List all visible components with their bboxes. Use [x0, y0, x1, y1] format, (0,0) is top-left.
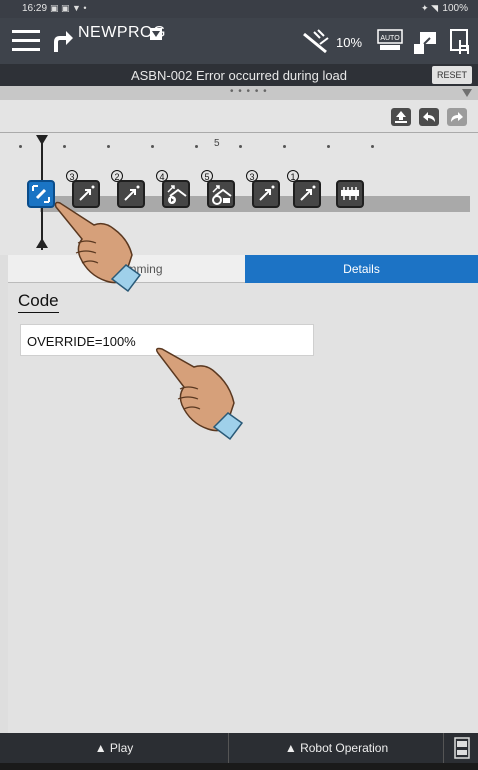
program-dropdown-icon[interactable] [150, 28, 162, 40]
joint-move-icon [259, 185, 275, 201]
teach-pendant-icon[interactable] [412, 28, 438, 56]
tab-details[interactable]: Details [245, 255, 478, 283]
pendant-icon [453, 737, 470, 759]
ruler-tick [63, 145, 66, 148]
command-palette-call[interactable] [207, 180, 235, 208]
ruler-tick [195, 145, 198, 148]
touch-mode-icon[interactable] [448, 28, 472, 56]
ruler-mark-five: 5 [214, 138, 220, 149]
redo-button[interactable] [447, 108, 467, 126]
palette-call-icon [167, 185, 187, 204]
tab-bar: Programming Details [8, 255, 478, 283]
command-edit[interactable] [27, 180, 55, 208]
panel-drag-handle[interactable]: • • • • • [0, 86, 478, 100]
ruler-tick [107, 145, 110, 148]
status-time: 16:29 [22, 3, 48, 14]
cursor-bottom-arrow[interactable] [36, 238, 48, 248]
override-speed-value[interactable]: 10% [336, 35, 362, 50]
menu-icon[interactable] [12, 30, 40, 52]
left-edge [0, 255, 8, 733]
play-button[interactable]: ▲ Play [0, 733, 228, 763]
robot-operation-button[interactable]: ▲ Robot Operation [228, 733, 444, 763]
handle-dots: • • • • • [230, 86, 268, 97]
undo-button[interactable] [419, 108, 439, 126]
command-joint-move[interactable] [72, 180, 100, 208]
cursor-top-arrow[interactable] [36, 135, 48, 145]
override-speed-icon[interactable] [300, 28, 332, 54]
redo-icon[interactable] [50, 28, 74, 54]
auto-label: AUTO [380, 35, 400, 42]
upload-button[interactable] [391, 108, 411, 126]
command-end-block[interactable] [336, 180, 364, 208]
bottom-bar: ▲ Play ▲ Robot Operation [0, 733, 478, 763]
upload-icon [395, 111, 407, 123]
details-panel: Code OVERRIDE=100% [8, 283, 478, 733]
notification-icons: ▣ ▣ ▼ • [50, 3, 87, 13]
signal-icon: ✦ ◥ [421, 3, 438, 13]
command-joint-move[interactable] [252, 180, 280, 208]
redo-small-icon [451, 112, 463, 122]
palette-call-icon [212, 185, 232, 205]
joint-move-icon [79, 185, 95, 201]
ruler-tick [19, 145, 22, 148]
reset-button[interactable]: RESET [432, 66, 472, 84]
ruler-line [0, 132, 478, 133]
command-joint-move[interactable] [293, 180, 321, 208]
error-banner: ASBN-002 Error occurred during load RESE… [0, 64, 478, 86]
status-bar: 16:29 ▣ ▣ ▼ • 100% ✦ ◥ [0, 0, 478, 18]
joint-move-icon [124, 185, 140, 201]
top-toolbar: NEWPROG 10% AUTO [0, 18, 478, 64]
battery-level: 100% [442, 3, 468, 14]
ruler-tick [371, 145, 374, 148]
command-joint-move[interactable] [117, 180, 145, 208]
command-palette-call[interactable] [162, 180, 190, 208]
ruler-tick [151, 145, 154, 148]
code-label: Code [18, 291, 59, 313]
pendant-button[interactable] [443, 733, 478, 763]
auto-mode-icon[interactable]: AUTO [376, 28, 404, 52]
ruler-tick [327, 145, 330, 148]
collapse-triangle-icon[interactable] [462, 89, 472, 97]
ruler-tick [239, 145, 242, 148]
program-timeline: 5 3 2 4 5 3 1 [0, 100, 478, 255]
joint-move-icon [300, 185, 316, 201]
undo-icon [423, 112, 435, 122]
end-block-icon [341, 187, 359, 200]
ruler-tick [283, 145, 286, 148]
error-message: ASBN-002 Error occurred during load [130, 68, 348, 83]
tab-programming[interactable]: Programming [8, 255, 245, 283]
code-input[interactable]: OVERRIDE=100% [20, 324, 314, 356]
edit-icon [32, 185, 50, 203]
